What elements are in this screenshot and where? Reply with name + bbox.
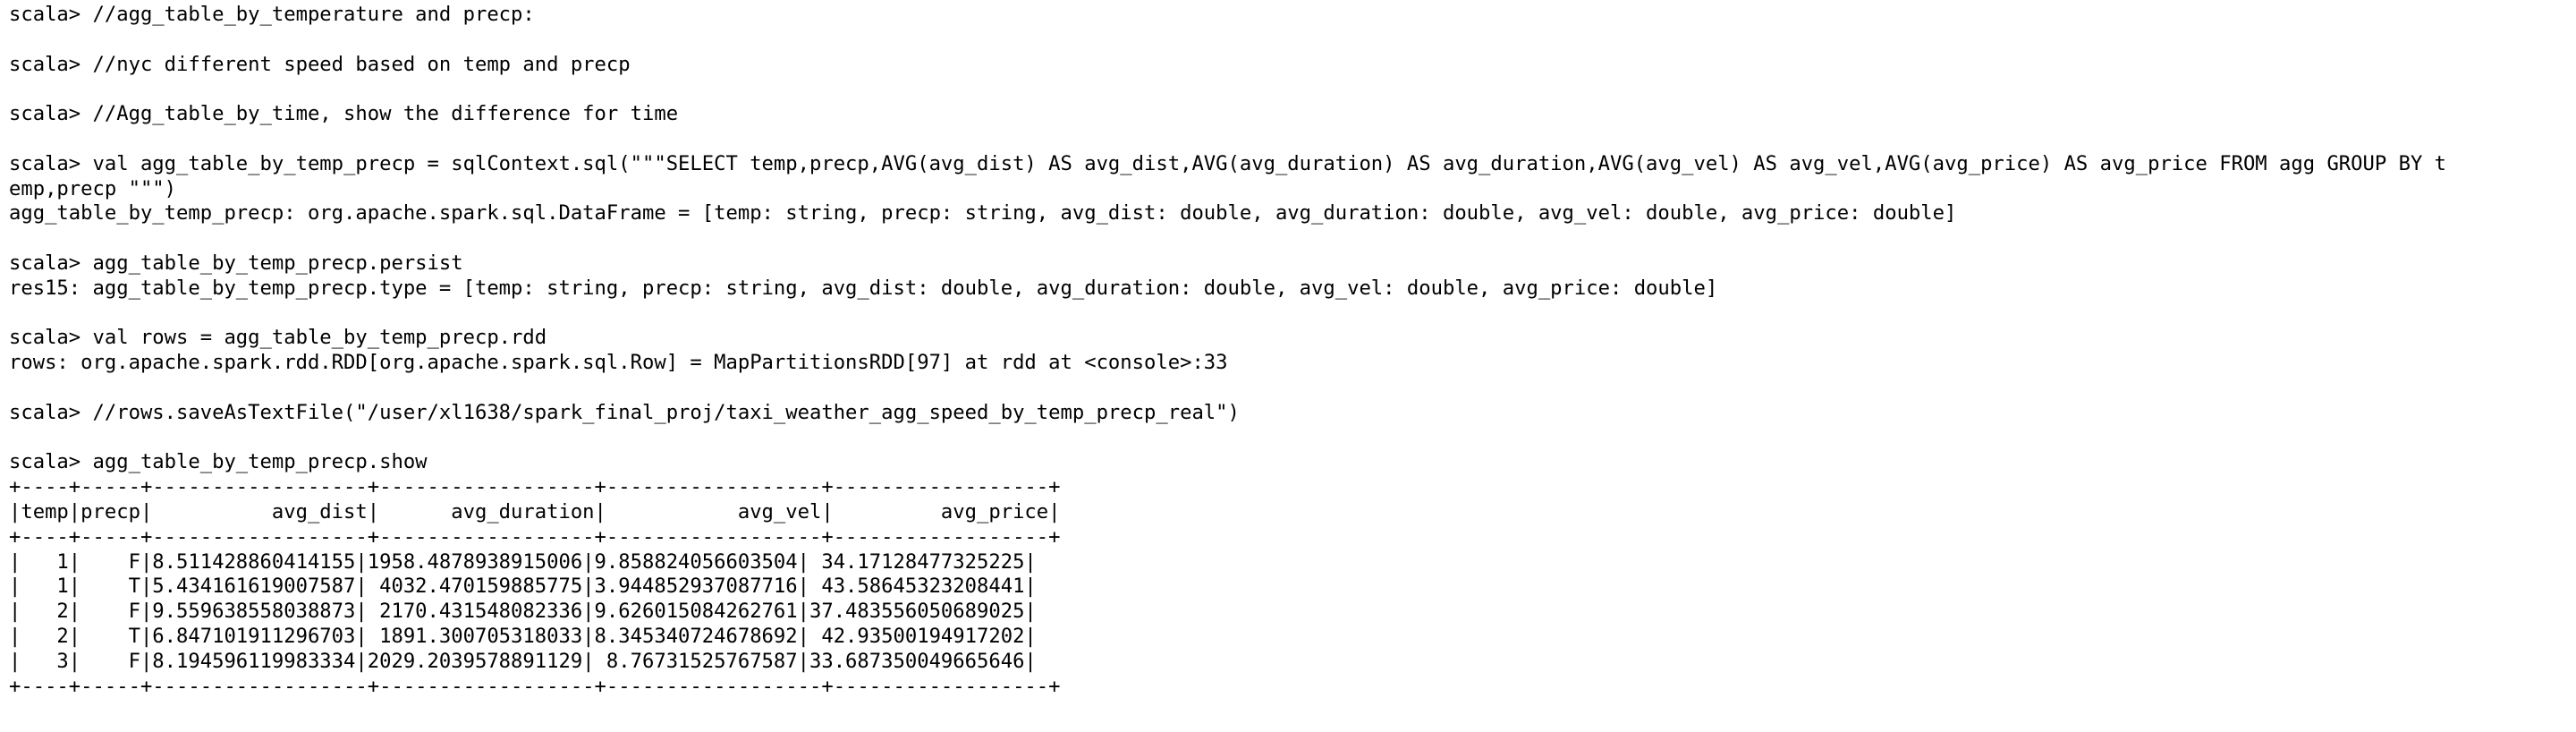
table-header-row: |temp|precp| avg_dist| avg_duration| avg… xyxy=(9,499,1061,523)
table-row: | 2| T|6.847101911296703| 1891.300705318… xyxy=(9,624,1037,648)
output-dataframe-schema: agg_table_by_temp_precp: org.apache.spar… xyxy=(9,201,1957,226)
output-persist-result: res15: agg_table_by_temp_precp.type = [t… xyxy=(9,276,1718,300)
table-row: | 3| F|8.194596119983334|2029.2039578891… xyxy=(9,649,1037,673)
prompt-comment-agg-time: scala> //Agg_table_by_time, show the dif… xyxy=(9,102,679,126)
output-rows-rdd: rows: org.apache.spark.rdd.RDD[org.apach… xyxy=(9,351,1228,375)
prompt-comment-nyc-speed: scala> //nyc different speed based on te… xyxy=(9,52,631,76)
table-row: | 2| F|9.559638558038873| 2170.431548082… xyxy=(9,600,1037,624)
prompt-show: scala> agg_table_by_temp_precp.show xyxy=(9,450,428,474)
table-row: | 1| F|8.511428860414155|1958.4878938915… xyxy=(9,549,1037,574)
prompt-rows-rdd: scala> val rows = agg_table_by_temp_prec… xyxy=(9,326,547,350)
prompt-persist: scala> agg_table_by_temp_precp.persist xyxy=(9,251,463,275)
terminal-window[interactable]: scala> //agg_table_by_temperature and pr… xyxy=(0,0,2576,732)
table-border-bottom: +----+-----+------------------+---------… xyxy=(9,674,1061,698)
table-border-top: +----+-----+------------------+---------… xyxy=(9,475,1061,499)
prompt-comment-agg-temp-precp: scala> //agg_table_by_temperature and pr… xyxy=(9,3,535,26)
prompt-sql-query: scala> val agg_table_by_temp_precp = sql… xyxy=(9,151,2447,175)
table-row: | 1| T|5.434161619007587| 4032.470159885… xyxy=(9,575,1037,599)
prompt-sql-query-wrap: emp,precp """) xyxy=(9,176,177,200)
prompt-save-comment: scala> //rows.saveAsTextFile("/user/xl16… xyxy=(9,400,1240,424)
table-border-header: +----+-----+------------------+---------… xyxy=(9,524,1061,549)
